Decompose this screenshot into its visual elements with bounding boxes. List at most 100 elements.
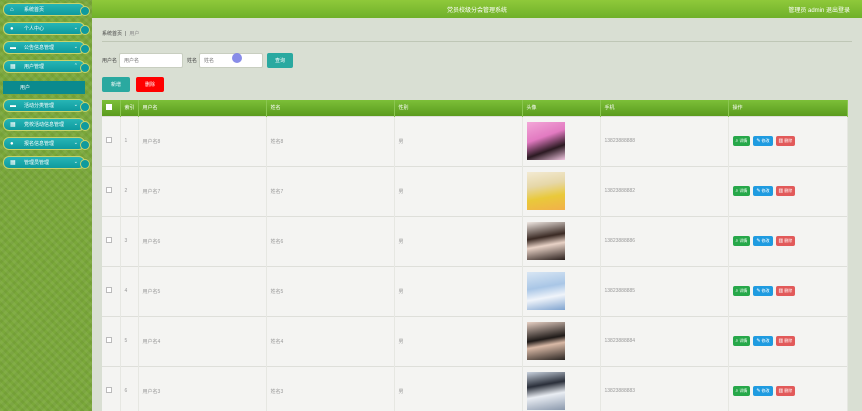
- username-search-input[interactable]: [119, 53, 184, 68]
- folder-icon: ▬: [10, 103, 16, 109]
- edit-button[interactable]: ✎ 修改: [753, 336, 773, 346]
- delete-button[interactable]: ▥ 删除: [775, 236, 796, 246]
- user-table: 索引 用户名 姓名 性别 头像 手机 操作 1 用户名8 姓名8 男 13823…: [102, 100, 848, 411]
- avatar-image: [526, 172, 565, 210]
- action-bar: 新增 删除: [102, 77, 164, 92]
- add-button[interactable]: 新增: [102, 77, 130, 92]
- table-row: 6 用户名3 姓名3 男 13823888883 ⌕ 详情 ✎ 修改 ▥ 删除: [102, 365, 848, 411]
- cell-username: 用户名8: [138, 115, 267, 166]
- detail-button[interactable]: ⌕ 详情: [732, 186, 751, 196]
- trash-icon: ▥: [778, 338, 784, 344]
- cell-avatar: [522, 165, 601, 216]
- sidebar: ⌂ 系统首页 ● 个人中心 ⌄ ▬ 公告信息管理 ⌄ ▦ 用户管理 ⌃ 用户 ▬…: [0, 0, 92, 411]
- cell-username: 用户名4: [138, 315, 267, 366]
- breadcrumb-home[interactable]: 系统首页: [102, 31, 122, 37]
- column-header-username: 用户名: [138, 100, 267, 116]
- delete-button[interactable]: ▥ 删除: [775, 186, 796, 196]
- pencil-icon: ✎: [756, 338, 761, 344]
- detail-button[interactable]: ⌕ 详情: [732, 286, 751, 296]
- column-header-avatar: 头像: [522, 100, 601, 116]
- search-icon: ⌕: [735, 188, 739, 194]
- cell-index: 4: [120, 265, 139, 316]
- row-checkbox[interactable]: [106, 337, 112, 343]
- folder-icon: ▬: [10, 45, 16, 51]
- cell-avatar: [522, 215, 601, 266]
- detail-button[interactable]: ⌕ 详情: [732, 136, 751, 146]
- sidebar-item-notice[interactable]: ▬ 公告信息管理 ⌄: [3, 41, 90, 54]
- cell-avatar: [522, 265, 601, 316]
- table-row: 4 用户名5 姓名5 男 13823888885 ⌕ 详情 ✎ 修改 ▥ 删除: [102, 265, 848, 316]
- delete-button[interactable]: ▥ 删除: [775, 136, 796, 146]
- cell-username: 用户名5: [138, 265, 267, 316]
- pencil-icon: ✎: [756, 288, 761, 294]
- edit-button[interactable]: ✎ 修改: [753, 236, 773, 246]
- edit-button[interactable]: ✎ 修改: [753, 136, 773, 146]
- row-checkbox[interactable]: [106, 237, 112, 243]
- cell-phone: 13823888885: [600, 265, 729, 316]
- table-row: 1 用户名8 姓名8 男 13823888888 ⌕ 详情 ✎ 修改 ▥ 删除: [102, 115, 848, 166]
- chevron-down-icon: ⌄: [73, 121, 78, 127]
- avatar-image: [526, 272, 565, 310]
- cell-phone: 13823888883: [600, 365, 729, 411]
- cell-gender: 男: [394, 315, 523, 366]
- delete-button[interactable]: ▥ 删除: [775, 336, 796, 346]
- cell-phone: 13823888882: [600, 165, 729, 216]
- sidebar-item-registration[interactable]: ● 报名信息管理 ⌄: [3, 137, 90, 150]
- submenu-item-users[interactable]: 用户: [3, 81, 85, 94]
- row-checkbox[interactable]: [106, 287, 112, 293]
- detail-button[interactable]: ⌕ 详情: [732, 386, 751, 397]
- row-checkbox[interactable]: [106, 137, 112, 143]
- row-checkbox[interactable]: [106, 387, 112, 394]
- cell-actions: ⌕ 详情 ✎ 修改 ▥ 删除: [728, 315, 848, 366]
- pencil-icon: ✎: [756, 388, 761, 395]
- detail-button[interactable]: ⌕ 详情: [732, 236, 751, 246]
- row-checkbox[interactable]: [106, 187, 112, 193]
- table-header-row: 索引 用户名 姓名 性别 头像 手机 操作: [102, 100, 848, 116]
- username-label: 用户名: [102, 58, 118, 64]
- cell-username: 用户名7: [138, 165, 267, 216]
- trash-icon: ▥: [778, 388, 784, 395]
- sidebar-item-profile[interactable]: ● 个人中心 ⌄: [3, 22, 90, 35]
- search-icon: ⌕: [735, 288, 739, 294]
- sidebar-item-users[interactable]: ▦ 用户管理 ⌃: [3, 60, 90, 73]
- cell-phone: 13823888884: [600, 315, 729, 366]
- cell-index: 2: [120, 165, 139, 216]
- sidebar-item-admin[interactable]: ▦ 管理员管理 ⌄: [3, 156, 90, 169]
- cell-actions: ⌕ 详情 ✎ 修改 ▥ 删除: [728, 115, 848, 166]
- delete-button[interactable]: ▥ 删除: [775, 386, 796, 397]
- chevron-down-icon: ⌄: [73, 159, 78, 165]
- column-header-phone: 手机: [600, 100, 729, 116]
- batch-delete-button[interactable]: 删除: [136, 77, 164, 92]
- cell-actions: ⌕ 详情 ✎ 修改 ▥ 删除: [728, 365, 848, 411]
- cell-gender: 男: [394, 215, 523, 266]
- edit-button[interactable]: ✎ 修改: [753, 386, 773, 397]
- cell-gender: 男: [394, 365, 523, 411]
- table-row: 3 用户名6 姓名6 男 13823888886 ⌕ 详情 ✎ 修改 ▥ 删除: [102, 215, 848, 266]
- select-all-checkbox[interactable]: [106, 103, 112, 110]
- search-icon: ⌕: [735, 338, 739, 344]
- search-button[interactable]: 查询: [267, 53, 294, 68]
- breadcrumb-separator: |: [125, 31, 127, 37]
- trash-icon: ▥: [778, 188, 784, 194]
- avatar-image: [526, 322, 565, 360]
- sidebar-item-activity-category[interactable]: ▬ 活动分类管理 ⌄: [3, 99, 90, 112]
- search-icon: ⌕: [735, 238, 739, 244]
- avatar-image: [526, 372, 565, 411]
- cell-index: 1: [120, 115, 139, 166]
- column-header-name: 姓名: [266, 100, 395, 116]
- sidebar-item-activity-info[interactable]: ▦ 党校活动信息管理 ⌄: [3, 118, 90, 131]
- search-icon: ⌕: [735, 388, 739, 395]
- mouse-cursor-indicator: [232, 53, 242, 63]
- admin-logout-link[interactable]: 管理员 admin 退出登录: [788, 5, 850, 14]
- select-all-header[interactable]: [102, 100, 121, 116]
- delete-button[interactable]: ▥ 删除: [775, 286, 796, 296]
- edit-button[interactable]: ✎ 修改: [753, 286, 773, 296]
- sidebar-item-home[interactable]: ⌂ 系统首页: [3, 3, 90, 16]
- detail-button[interactable]: ⌕ 详情: [732, 336, 751, 346]
- edit-button[interactable]: ✎ 修改: [753, 186, 773, 196]
- chevron-down-icon: ⌄: [73, 102, 78, 108]
- cell-avatar: [522, 115, 601, 166]
- grid-icon: ▦: [10, 64, 16, 70]
- cell-avatar: [522, 315, 601, 366]
- name-search-input[interactable]: [199, 53, 264, 68]
